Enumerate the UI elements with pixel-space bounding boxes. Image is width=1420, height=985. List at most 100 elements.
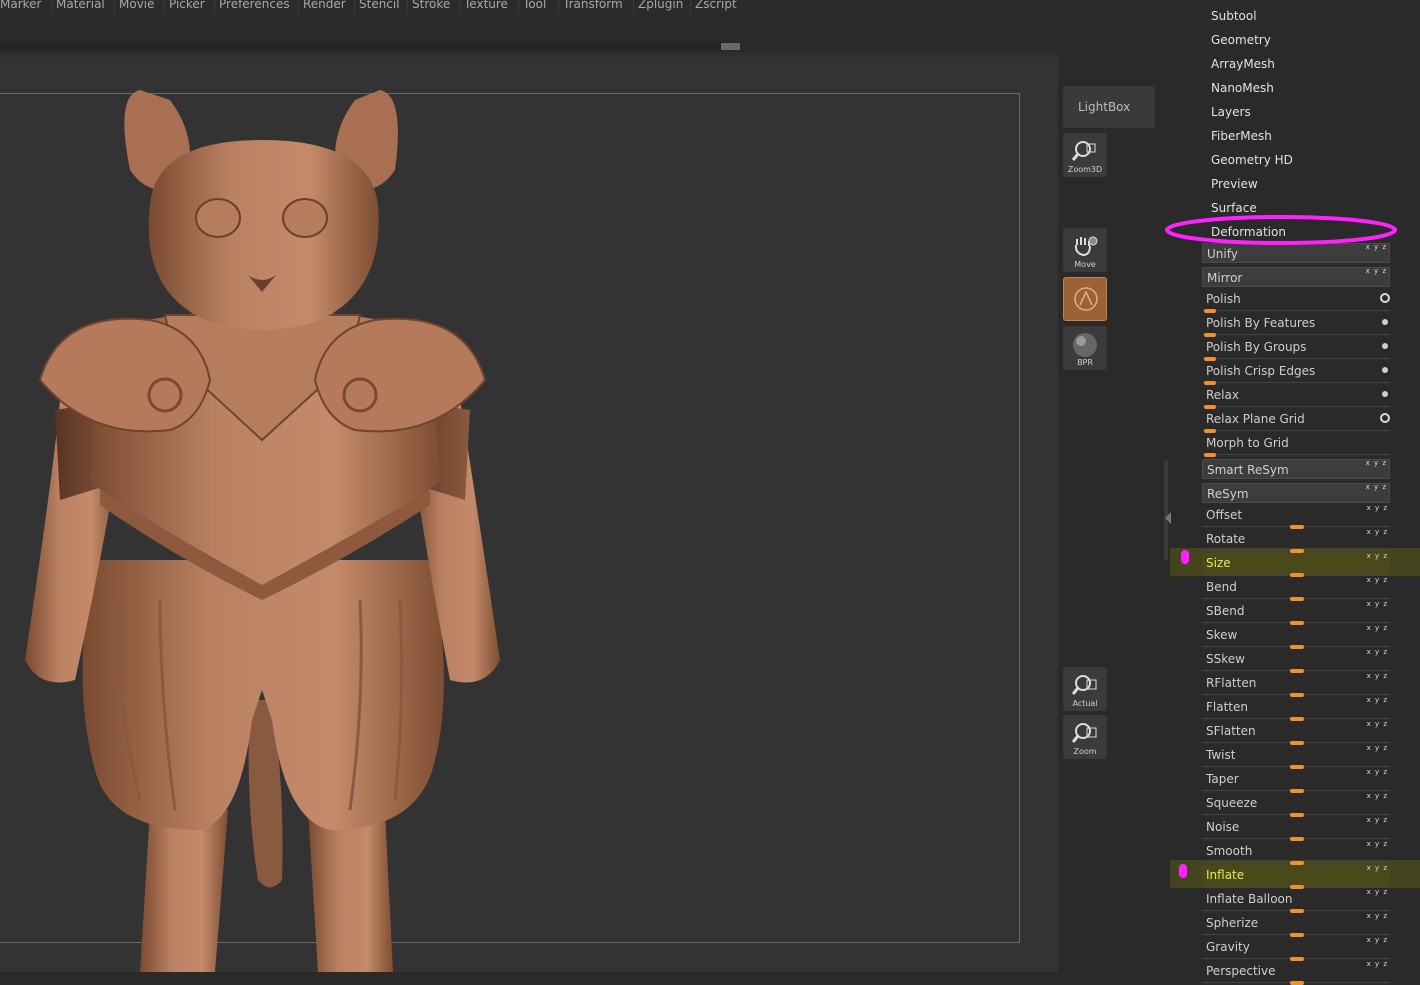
deformation-gravity[interactable]: Gravity x y z bbox=[1202, 936, 1390, 961]
row-label: Noise bbox=[1206, 820, 1240, 834]
deformation-bend[interactable]: Bend x y z bbox=[1202, 576, 1390, 601]
subpalette-fibermesh[interactable]: FiberMesh bbox=[1211, 129, 1272, 143]
actual-label: Actual bbox=[1072, 699, 1098, 708]
slider-indicator[interactable] bbox=[1204, 453, 1216, 457]
xyz-axis-toggle[interactable]: x y z bbox=[1367, 840, 1388, 848]
xyz-axis-toggle[interactable]: x y z bbox=[1367, 744, 1388, 752]
xyz-axis-toggle[interactable]: x y z bbox=[1366, 459, 1387, 467]
subpalette-arraymesh[interactable]: ArrayMesh bbox=[1211, 57, 1275, 71]
deformation-inflate[interactable]: Inflate x y z bbox=[1202, 864, 1390, 889]
xyz-axis-toggle[interactable]: x y z bbox=[1367, 792, 1388, 800]
row-label: Relax Plane Grid bbox=[1206, 412, 1305, 426]
row-label: Inflate Balloon bbox=[1206, 892, 1293, 906]
row-label: SBend bbox=[1206, 604, 1245, 618]
xyz-axis-toggle[interactable]: x y z bbox=[1367, 528, 1388, 536]
xyz-axis-toggle[interactable]: x y z bbox=[1367, 552, 1388, 560]
deformation-skew[interactable]: Skew x y z bbox=[1202, 624, 1390, 649]
deformation-taper[interactable]: Taper x y z bbox=[1202, 768, 1390, 793]
deformation-size[interactable]: Size x y z bbox=[1202, 552, 1390, 577]
zoom-icon bbox=[1071, 723, 1097, 743]
ring-toggle-icon[interactable] bbox=[1380, 413, 1390, 423]
move-button[interactable]: Move bbox=[1063, 228, 1107, 272]
deformation-mirror[interactable]: Mirror x y z bbox=[1202, 267, 1390, 287]
xyz-axis-toggle[interactable]: x y z bbox=[1367, 720, 1388, 728]
palette-collapse-arrow-icon[interactable] bbox=[1163, 510, 1173, 526]
deformation-sskew[interactable]: SSkew x y z bbox=[1202, 648, 1390, 673]
deformation-rotate[interactable]: Rotate x y z bbox=[1202, 528, 1390, 553]
move-label: Move bbox=[1074, 260, 1096, 269]
xyz-axis-toggle[interactable]: x y z bbox=[1367, 816, 1388, 824]
sculpt-model[interactable] bbox=[0, 0, 1020, 972]
row-label: Gravity bbox=[1206, 940, 1250, 954]
xyz-axis-toggle[interactable]: x y z bbox=[1366, 267, 1387, 275]
xyz-axis-toggle[interactable]: x y z bbox=[1367, 600, 1388, 608]
deformation-morph-to-grid[interactable]: Morph to Grid bbox=[1202, 433, 1390, 457]
deformation-relax[interactable]: Relax bbox=[1202, 385, 1390, 409]
subpalette-preview[interactable]: Preview bbox=[1211, 177, 1258, 191]
row-label: Unify bbox=[1207, 247, 1238, 261]
dot-toggle-icon[interactable] bbox=[1382, 343, 1388, 349]
deformation-relax-plane-grid[interactable]: Relax Plane Grid bbox=[1202, 409, 1390, 433]
zoom3d-icon bbox=[1071, 141, 1096, 161]
xyz-axis-toggle[interactable]: x y z bbox=[1367, 864, 1388, 872]
dot-toggle-icon[interactable] bbox=[1382, 391, 1388, 397]
lightbox-button[interactable]: LightBox bbox=[1063, 86, 1155, 128]
bpr-button[interactable]: BPR bbox=[1063, 326, 1107, 370]
deformation-sbend[interactable]: SBend x y z bbox=[1202, 600, 1390, 625]
subpalette-nanomesh[interactable]: NanoMesh bbox=[1211, 81, 1274, 95]
row-label: Twist bbox=[1206, 748, 1236, 762]
subpalette-subtool[interactable]: Subtool bbox=[1211, 9, 1257, 23]
xyz-axis-toggle[interactable]: x y z bbox=[1366, 483, 1387, 491]
deformation-polish[interactable]: Polish bbox=[1202, 289, 1390, 313]
deformation-polish-crisp-edges[interactable]: Polish Crisp Edges bbox=[1202, 361, 1390, 385]
sculpt-brush-button[interactable] bbox=[1063, 277, 1107, 321]
zoom-button[interactable]: Zoom bbox=[1063, 715, 1107, 759]
deformation-perspective[interactable]: Perspective x y z bbox=[1202, 960, 1390, 985]
ring-toggle-icon[interactable] bbox=[1380, 293, 1390, 303]
xyz-axis-toggle[interactable]: x y z bbox=[1367, 576, 1388, 584]
deformation-inflate-balloon[interactable]: Inflate Balloon x y z bbox=[1202, 888, 1390, 913]
deformation-polish-by-features[interactable]: Polish By Features bbox=[1202, 313, 1390, 337]
xyz-axis-toggle[interactable]: x y z bbox=[1367, 936, 1388, 944]
xyz-axis-toggle[interactable]: x y z bbox=[1367, 696, 1388, 704]
zoom3d-button[interactable]: Zoom3D bbox=[1063, 133, 1107, 177]
subpalette-layers[interactable]: Layers bbox=[1211, 105, 1251, 119]
deformation-smart-resym[interactable]: Smart ReSym x y z bbox=[1202, 459, 1390, 479]
dot-toggle-icon[interactable] bbox=[1382, 319, 1388, 325]
deformation-rflatten[interactable]: RFlatten x y z bbox=[1202, 672, 1390, 697]
deformation-noise[interactable]: Noise x y z bbox=[1202, 816, 1390, 841]
subpalette-geometry[interactable]: Geometry bbox=[1211, 33, 1271, 47]
deformation-flatten[interactable]: Flatten x y z bbox=[1202, 696, 1390, 721]
xyz-axis-toggle[interactable]: x y z bbox=[1367, 648, 1388, 656]
deformation-offset[interactable]: Offset x y z bbox=[1202, 504, 1390, 529]
deformation-squeeze[interactable]: Squeeze x y z bbox=[1202, 792, 1390, 817]
deformation-sflatten[interactable]: SFlatten x y z bbox=[1202, 720, 1390, 745]
row-label: Inflate bbox=[1206, 868, 1245, 882]
xyz-axis-toggle[interactable]: x y z bbox=[1367, 624, 1388, 632]
row-label: Size bbox=[1206, 556, 1231, 570]
deformation-spherize[interactable]: Spherize x y z bbox=[1202, 912, 1390, 937]
deformation-polish-by-groups[interactable]: Polish By Groups bbox=[1202, 337, 1390, 361]
row-label: Taper bbox=[1206, 772, 1239, 786]
xyz-axis-toggle[interactable]: x y z bbox=[1367, 888, 1388, 896]
bpr-sphere-icon bbox=[1073, 333, 1097, 357]
slider-indicator[interactable] bbox=[1290, 981, 1304, 985]
xyz-axis-toggle[interactable]: x y z bbox=[1367, 912, 1388, 920]
deformation-resym[interactable]: ReSym x y z bbox=[1202, 483, 1390, 503]
row-label: Mirror bbox=[1207, 271, 1243, 285]
deformation-twist[interactable]: Twist x y z bbox=[1202, 744, 1390, 769]
subpalette-geometry-hd[interactable]: Geometry HD bbox=[1211, 153, 1293, 167]
dot-toggle-icon[interactable] bbox=[1382, 367, 1388, 373]
row-label: SFlatten bbox=[1206, 724, 1256, 738]
actual-button[interactable]: Actual bbox=[1063, 667, 1107, 711]
xyz-axis-toggle[interactable]: x y z bbox=[1367, 960, 1388, 968]
deformation-circle-annotation bbox=[1165, 215, 1397, 245]
xyz-axis-toggle[interactable]: x y z bbox=[1367, 672, 1388, 680]
row-label: Perspective bbox=[1206, 964, 1276, 978]
row-label: Morph to Grid bbox=[1206, 436, 1289, 450]
deformation-smooth[interactable]: Smooth x y z bbox=[1202, 840, 1390, 865]
xyz-axis-toggle[interactable]: x y z bbox=[1367, 768, 1388, 776]
size-marker bbox=[1181, 550, 1189, 564]
row-label: Polish bbox=[1206, 292, 1241, 306]
xyz-axis-toggle[interactable]: x y z bbox=[1367, 504, 1388, 512]
